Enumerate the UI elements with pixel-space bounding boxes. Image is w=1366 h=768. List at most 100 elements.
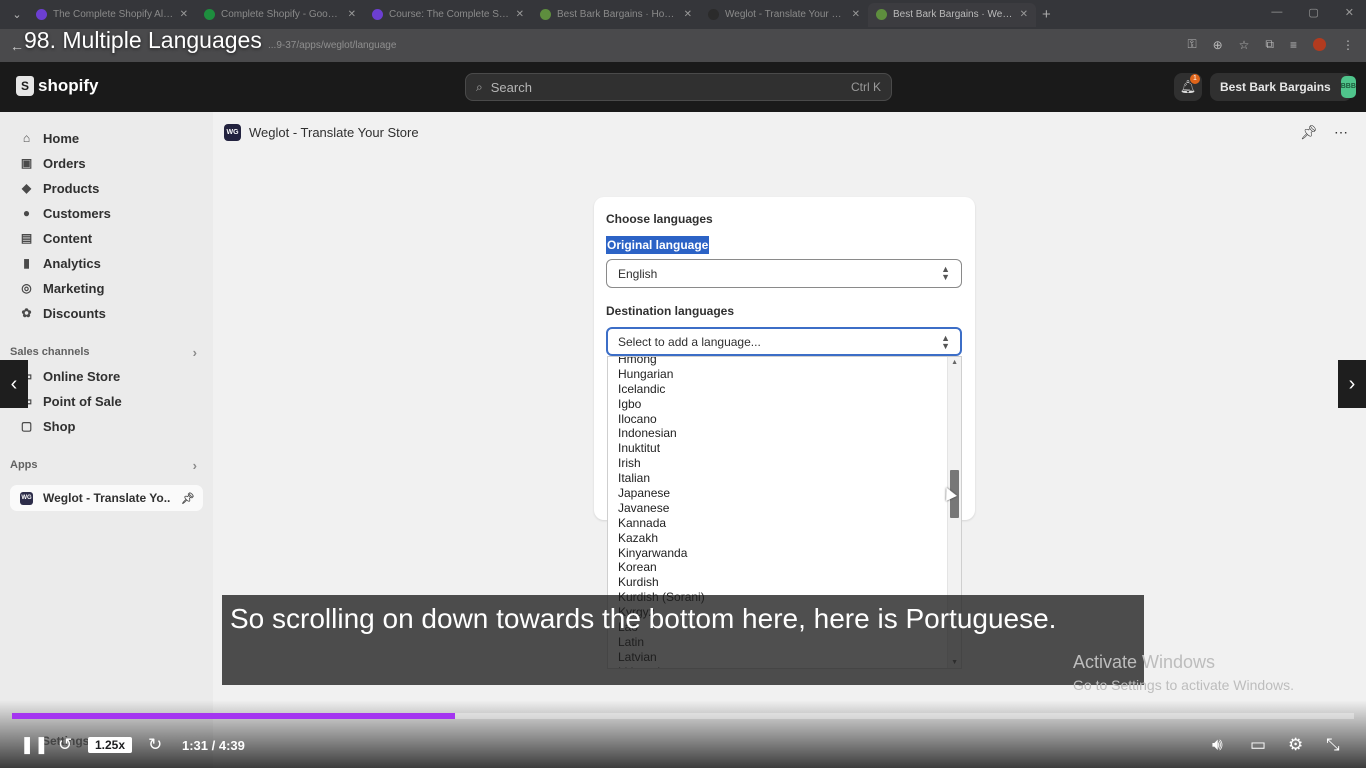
- tab-search-icon[interactable]: ⌄: [6, 8, 28, 21]
- playback-speed-button[interactable]: 1.25x: [88, 737, 133, 753]
- store-menu-button[interactable]: Best Bark Bargains BBB: [1210, 73, 1356, 101]
- sidebar-item-label: Customers: [43, 206, 111, 221]
- pin-icon[interactable]: 📌︎: [1300, 124, 1318, 141]
- watermark-line-1: Activate Windows: [1073, 652, 1216, 672]
- browser-tab[interactable]: Best Bark Bargains · Home · Shopify ✕: [532, 3, 700, 27]
- minimize-icon[interactable]: —: [1271, 6, 1282, 19]
- profile-avatar[interactable]: [1313, 38, 1326, 51]
- browser-tab[interactable]: Complete Shopify - Google Sheets ✕: [196, 3, 364, 27]
- browser-tab[interactable]: The Complete Shopify Allegory ✕: [28, 3, 196, 27]
- sidebar-item-label: Online Store: [43, 369, 121, 384]
- extensions-icon[interactable]: ⧉: [1265, 37, 1274, 52]
- key-icon[interactable]: ⚿: [1187, 37, 1196, 52]
- sidebar-item-content[interactable]: ▤ Content: [0, 226, 213, 251]
- video-progress-bar[interactable]: [12, 713, 1354, 719]
- language-option[interactable]: Hmong: [608, 357, 948, 367]
- close-tab-icon[interactable]: ✕: [348, 9, 356, 20]
- tab-title: Course: The Complete Shopify: [389, 9, 510, 20]
- volume-icon[interactable]: 🔊︎: [1212, 735, 1223, 755]
- close-tab-icon[interactable]: ✕: [852, 9, 860, 20]
- sidebar-item-orders[interactable]: ▣ Orders: [0, 151, 213, 176]
- sidebar: ⌂ Home ▣ Orders ◆ Products ● Customers ▤ Content ▮…: [0, 112, 213, 768]
- sidebar-item-discounts[interactable]: ✿ Discounts: [0, 301, 213, 326]
- language-option[interactable]: Kinyarwanda: [608, 546, 948, 561]
- sidebar-item-marketing[interactable]: ◎ Marketing: [0, 276, 213, 301]
- language-option[interactable]: Japanese: [608, 486, 948, 501]
- sidebar-item-weglot[interactable]: WG Weglot - Translate Yo... 📌︎: [10, 485, 203, 511]
- forward-icon[interactable]: ↻: [148, 735, 162, 755]
- scroll-up-icon[interactable]: ▲: [951, 359, 958, 366]
- url-text[interactable]: ...9-37/apps/weglot/language: [268, 40, 396, 51]
- app-header: WG Weglot - Translate Your Store: [224, 124, 419, 141]
- rewind-icon[interactable]: ↺: [58, 735, 72, 755]
- previous-lecture-button[interactable]: ‹: [0, 360, 28, 408]
- new-tab-button[interactable]: +: [1042, 6, 1051, 23]
- tab-favicon: [204, 9, 215, 20]
- language-option[interactable]: Ilocano: [608, 412, 948, 427]
- exit-fullscreen-icon[interactable]: ⤡: [1326, 735, 1340, 755]
- close-tab-icon[interactable]: ✕: [516, 9, 524, 20]
- language-option[interactable]: Kurdish: [608, 575, 948, 590]
- settings-gear-icon[interactable]: ⚙: [1288, 735, 1303, 755]
- sidebar-item-shop[interactable]: ▢ Shop: [0, 414, 213, 439]
- more-menu-icon[interactable]: ⋮: [1342, 38, 1354, 52]
- next-lecture-button[interactable]: ›: [1338, 360, 1366, 408]
- sidebar-item-label: Weglot - Translate Yo...: [43, 491, 172, 505]
- browser-tab[interactable]: Course: The Complete Shopify ✕: [364, 3, 532, 27]
- pause-icon[interactable]: ❚❚: [20, 735, 49, 755]
- sidebar-item-label: Marketing: [43, 281, 105, 296]
- original-language-select[interactable]: English ▲ ▼: [606, 259, 962, 288]
- tab-favicon: [372, 9, 383, 20]
- close-tab-icon[interactable]: ✕: [684, 9, 692, 20]
- address-bar-icons: ⚿ ⊕ ☆ ⧉ ≡ ⋮: [1187, 37, 1354, 52]
- notifications-button[interactable]: 🔔︎ 1: [1174, 73, 1202, 101]
- language-option[interactable]: Kazakh: [608, 531, 948, 546]
- orders-icon: ▣: [20, 156, 33, 170]
- more-actions-icon[interactable]: ⋯: [1334, 124, 1348, 141]
- marketing-icon: ◎: [21, 281, 32, 295]
- sidebar-item-home[interactable]: ⌂ Home: [0, 126, 213, 151]
- notification-badge: 1: [1190, 74, 1200, 84]
- language-option[interactable]: Inuktitut: [608, 441, 948, 456]
- sidebar-item-label: Shop: [43, 419, 76, 434]
- sidebar-item-label: Analytics: [43, 256, 101, 271]
- zoom-icon[interactable]: ⊕: [1213, 38, 1223, 52]
- sidebar-item-point-of-sale[interactable]: ▭Point of Sale: [0, 389, 213, 414]
- language-option[interactable]: Indonesian: [608, 426, 948, 441]
- tab-favicon: [708, 9, 719, 20]
- language-option[interactable]: Igbo: [608, 397, 948, 412]
- pin-icon[interactable]: 📌︎: [181, 492, 195, 505]
- video-time: 1:31 / 4:39: [182, 737, 245, 753]
- sidebar-item-customers[interactable]: ● Customers: [0, 201, 213, 226]
- language-option[interactable]: Irish: [608, 456, 948, 471]
- sidebar-item-online-store[interactable]: ▭Online Store: [0, 364, 213, 389]
- sales-channels-header[interactable]: Sales channels ›: [0, 340, 213, 364]
- search-bar[interactable]: ⌕ Search Ctrl K: [465, 73, 892, 101]
- close-tab-icon[interactable]: ✕: [1020, 9, 1028, 20]
- language-option[interactable]: Icelandic: [608, 382, 948, 397]
- video-controls: ❚❚ ↺ 1.25x ↻ 1:31 / 4:39 🔊︎ ▭ ⚙ ⤡: [0, 730, 1366, 760]
- windows-activation-watermark: Activate Windows Go to Settings to activ…: [1073, 652, 1294, 693]
- browser-tab[interactable]: Weglot - Translate Your Store ✕: [700, 3, 868, 27]
- discount-icon: ✿: [21, 306, 32, 320]
- language-option[interactable]: Hungarian: [608, 367, 948, 382]
- reading-list-icon[interactable]: ≡: [1290, 38, 1297, 52]
- sidebar-item-products[interactable]: ◆ Products: [0, 176, 213, 201]
- star-icon[interactable]: ☆: [1239, 38, 1250, 52]
- destination-languages-select[interactable]: Select to add a language... ▲ ▼: [606, 327, 962, 356]
- shopify-logo[interactable]: S shopify: [16, 76, 98, 96]
- close-tab-icon[interactable]: ✕: [180, 9, 188, 20]
- browser-tab[interactable]: Best Bark Bargains · Weglot · Shopify ✕: [868, 2, 1036, 27]
- tab-favicon: [540, 9, 551, 20]
- apps-header[interactable]: Apps ›: [0, 453, 213, 477]
- language-option[interactable]: Kannada: [608, 516, 948, 531]
- maximize-icon[interactable]: ▢: [1308, 6, 1318, 19]
- language-option[interactable]: Italian: [608, 471, 948, 486]
- destination-languages-label: Destination languages: [606, 304, 735, 318]
- captions-icon[interactable]: ▭: [1250, 735, 1266, 755]
- close-window-icon[interactable]: ✕: [1345, 6, 1354, 19]
- language-option[interactable]: Korean: [608, 560, 948, 575]
- language-option[interactable]: Javanese: [608, 501, 948, 516]
- destination-placeholder: Select to add a language...: [618, 334, 761, 349]
- sidebar-item-analytics[interactable]: ▮ Analytics: [0, 251, 213, 276]
